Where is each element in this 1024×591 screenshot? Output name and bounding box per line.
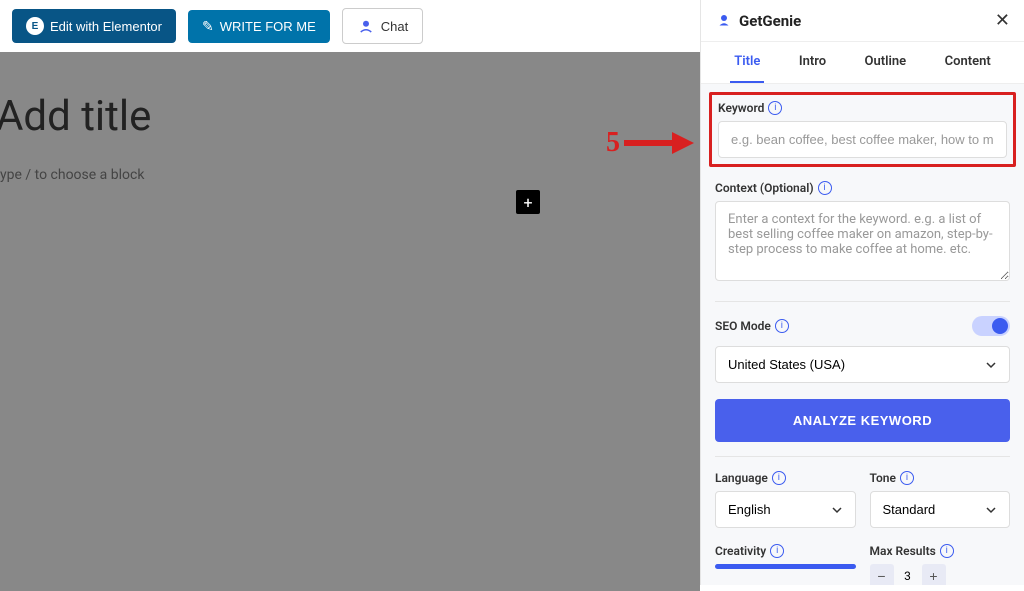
info-icon[interactable]: i [775,319,789,333]
getgenie-sidebar: GetGenie ✕ Title Intro Outline Content K… [700,0,1024,585]
genie-chat-icon [357,17,375,35]
language-label: Language [715,471,768,485]
divider [715,301,1010,302]
info-icon[interactable]: i [940,544,954,558]
seo-mode-toggle[interactable] [972,316,1010,336]
chat-button[interactable]: Chat [342,8,423,44]
creativity-slider[interactable] [715,564,856,569]
tone-select[interactable]: Standard [870,491,1011,528]
keyword-section-highlighted: Keyword i [709,92,1016,167]
context-textarea[interactable] [715,201,1010,281]
post-title-input[interactable]: Add title [0,52,700,161]
divider [715,456,1010,457]
tab-outline[interactable]: Outline [861,42,911,83]
context-label: Context (Optional) [715,181,814,195]
max-results-label: Max Results [870,544,936,558]
write-for-me-button[interactable]: ✎ WRITE FOR ME [188,10,330,43]
seo-mode-label: SEO Mode [715,319,771,333]
brand-text: GetGenie [739,12,801,30]
analyze-keyword-button[interactable]: ANALYZE KEYWORD [715,399,1010,442]
language-select[interactable]: English [715,491,856,528]
write-for-me-label: WRITE FOR ME [220,19,316,34]
add-block-icon[interactable]: + [516,190,540,214]
keyword-input[interactable] [718,121,1007,158]
editor-canvas[interactable]: Add title ype / to choose a block + [0,52,700,591]
stepper-minus[interactable]: − [870,564,894,585]
edit-elementor-button[interactable]: E Edit with Elementor [12,9,176,43]
country-select[interactable]: United States (USA) [715,346,1010,383]
stepper-plus[interactable]: + [922,564,946,585]
chat-label: Chat [381,19,408,34]
brand-logo: GetGenie [715,12,801,30]
info-icon[interactable]: i [900,471,914,485]
stepper-value: 3 [894,569,922,583]
tab-intro[interactable]: Intro [795,42,830,83]
creativity-label: Creativity [715,544,766,558]
elementor-icon: E [26,17,44,35]
info-icon[interactable]: i [772,471,786,485]
info-icon[interactable]: i [768,101,782,115]
tone-label: Tone [870,471,896,485]
genie-logo-icon [715,12,733,30]
info-icon[interactable]: i [818,181,832,195]
pencil-icon: ✎ [202,18,214,35]
tab-content[interactable]: Content [941,42,995,83]
block-hint-text[interactable]: ype / to choose a block [0,161,700,183]
keyword-label: Keyword [718,101,764,115]
elementor-button-label: Edit with Elementor [50,19,162,34]
sidebar-tabs: Title Intro Outline Content [701,42,1024,84]
tab-title[interactable]: Title [730,42,764,83]
info-icon[interactable]: i [770,544,784,558]
close-icon[interactable]: ✕ [995,10,1010,31]
